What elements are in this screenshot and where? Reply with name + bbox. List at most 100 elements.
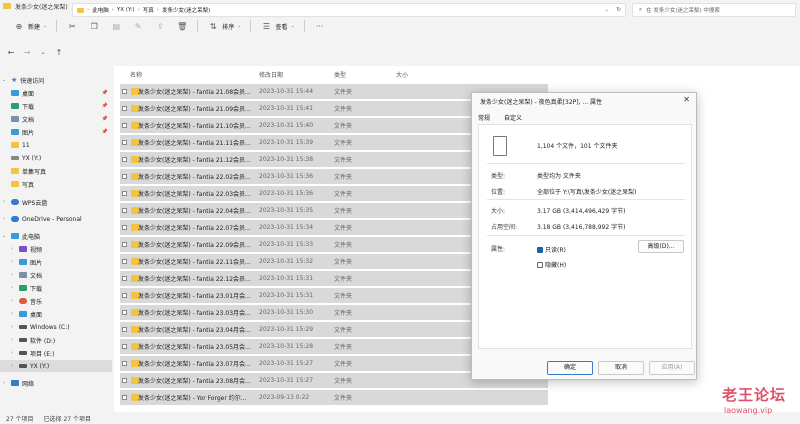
checkbox-icon[interactable]: [122, 191, 127, 196]
search-box[interactable]: ⌕ 在 发条少女(迷之呆梨) 中搜索: [632, 3, 796, 17]
checkbox-icon[interactable]: [122, 123, 127, 128]
address-bar[interactable]: › 此电脑 › YX (Y:) › 写真 › 发条少女(迷之呆梨) ⌄ ↻: [72, 3, 626, 17]
sidebar-item-downloads-pc[interactable]: › 下载: [0, 282, 112, 294]
sidebar-item-music[interactable]: › 音乐: [0, 295, 112, 307]
cut-button[interactable]: ✂: [61, 17, 83, 35]
checkbox-icon[interactable]: [122, 327, 127, 332]
sidebar-item-label: 单集写真: [22, 168, 47, 176]
checkbox-icon[interactable]: [122, 174, 127, 179]
sidebar-item-documents-pc[interactable]: › 文档: [0, 269, 112, 281]
sidebar-item-pictures-pc[interactable]: › 图片: [0, 256, 112, 268]
checkbox-icon[interactable]: [122, 344, 127, 349]
drive-icon: [19, 364, 27, 368]
view-button[interactable]: ☰ 查看 ⌄: [255, 17, 299, 35]
column-header-type[interactable]: 类型: [334, 70, 346, 79]
more-icon: ···: [315, 21, 324, 31]
modified-date: 2023-10-31 15:36: [259, 190, 314, 197]
modified-date: 2023-10-31 15:44: [259, 88, 314, 95]
sidebar-item-this-pc[interactable]: ⌄ 此电脑: [0, 230, 112, 242]
sidebar-item-windows-c[interactable]: › Windows (C:): [0, 321, 112, 333]
checkbox-icon[interactable]: [122, 259, 127, 264]
readonly-checkbox[interactable]: 只读(R): [537, 245, 566, 254]
ok-button[interactable]: 确定: [547, 361, 593, 375]
checkbox-icon[interactable]: [122, 89, 127, 94]
checkbox-icon[interactable]: [122, 276, 127, 281]
sidebar-item-single-photos[interactable]: 单集写真: [0, 165, 112, 177]
back-icon[interactable]: ←: [4, 48, 18, 57]
sidebar-item-desktop-pc[interactable]: › 桌面: [0, 308, 112, 320]
folder-icon: [3, 3, 11, 9]
checkbox-icon[interactable]: [122, 106, 127, 111]
file-name: 发条少女(迷之呆梨) - fantia 23.05月会...: [138, 344, 251, 351]
star-icon: ★: [11, 76, 18, 84]
modified-date: 2023-10-31 15:35: [259, 207, 314, 214]
sidebar-item-desktop[interactable]: 桌面 📌: [0, 87, 112, 99]
column-header-name[interactable]: 名称: [130, 70, 142, 79]
sidebar-item-wps-cloud[interactable]: › WPS云盘: [0, 196, 112, 208]
breadcrumb-item[interactable]: YX (Y:): [117, 7, 135, 13]
sidebar-item-yx-drive[interactable]: YX (Y:): [0, 152, 112, 164]
chevron-right-icon: ›: [11, 324, 13, 330]
sidebar-item-quick-access[interactable]: ⌄ ★ 快速访问: [0, 74, 112, 86]
sidebar-item-downloads[interactable]: 下载 📌: [0, 100, 112, 112]
file-type: 文件夹: [334, 242, 353, 249]
file-type: 文件夹: [334, 276, 353, 283]
checkbox-icon[interactable]: [122, 378, 127, 383]
copy-button[interactable]: ❐: [83, 17, 105, 35]
forward-icon[interactable]: →: [20, 48, 34, 57]
network-icon: [11, 380, 19, 386]
checkbox-icon[interactable]: [122, 157, 127, 162]
modified-date: 2023-10-31 15:39: [259, 139, 314, 146]
sidebar-item-pictures[interactable]: 图片 📌: [0, 126, 112, 138]
copy-icon: ❐: [90, 21, 98, 31]
share-button[interactable]: ⇪: [149, 17, 171, 35]
sidebar-item-onedrive[interactable]: › OneDrive - Personal: [0, 213, 112, 225]
column-header-size[interactable]: 大小: [396, 70, 408, 79]
sidebar-item-label: 图片: [22, 129, 35, 137]
advanced-button[interactable]: 高级(D)...: [638, 240, 684, 253]
hidden-checkbox[interactable]: 隐藏(H): [537, 260, 566, 269]
sidebar-item-photos[interactable]: 写真: [0, 178, 112, 190]
sidebar-item-folder-11[interactable]: 11: [0, 139, 112, 151]
cancel-button[interactable]: 取消: [598, 361, 644, 375]
sidebar-item-network[interactable]: › 网络: [0, 377, 112, 389]
pin-icon: 📌: [101, 90, 108, 96]
checkbox-icon[interactable]: [122, 242, 127, 247]
sidebar-item-yx-y[interactable]: › YX (Y:): [0, 360, 112, 372]
up-icon[interactable]: ↑: [52, 48, 66, 57]
apply-button[interactable]: 应用(A): [649, 361, 695, 375]
delete-button[interactable]: 🗑: [171, 17, 193, 35]
breadcrumb-item[interactable]: 此电脑: [92, 6, 109, 14]
rename-button[interactable]: ✎: [127, 17, 149, 35]
checkbox-icon[interactable]: [122, 361, 127, 366]
close-icon[interactable]: ✕: [683, 95, 690, 104]
checkbox-icon[interactable]: [122, 140, 127, 145]
sidebar-item-project-e[interactable]: › 项目 (E:): [0, 347, 112, 359]
more-button[interactable]: ···: [309, 17, 331, 35]
modified-date: 2023-10-31 15:38: [259, 156, 314, 163]
file-name: 发条少女(迷之呆梨) - fantia 21.09会员...: [138, 106, 251, 113]
refresh-icon[interactable]: ↻: [616, 7, 621, 13]
checkbox-icon[interactable]: [122, 225, 127, 230]
checkbox-icon[interactable]: [122, 310, 127, 315]
chevron-right-icon: ›: [11, 285, 13, 291]
size-value: 3.17 GB (3,414,496,429 字节): [537, 208, 626, 215]
divider: [303, 20, 305, 32]
file-type: 文件夹: [334, 174, 353, 181]
breadcrumb-item[interactable]: 写真: [143, 6, 154, 14]
column-header-date[interactable]: 修改日期: [259, 70, 283, 79]
new-button[interactable]: ⊕ 新建 ⌄: [8, 17, 52, 35]
chevron-down-icon[interactable]: ⌄: [604, 7, 609, 13]
checkbox-icon[interactable]: [122, 208, 127, 213]
sidebar-item-documents[interactable]: 文档 📌: [0, 113, 112, 125]
recent-chevron-icon[interactable]: ⌄: [36, 49, 50, 56]
chevron-right-icon: ›: [11, 259, 13, 265]
sort-button[interactable]: ⇅ 排序 ⌄: [202, 17, 246, 35]
sidebar-item-software-d[interactable]: › 软件 (D:): [0, 334, 112, 346]
sidebar-item-videos[interactable]: › 视频: [0, 243, 112, 255]
checkbox-icon[interactable]: [122, 293, 127, 298]
breadcrumb-item[interactable]: 发条少女(迷之呆梨): [162, 6, 210, 14]
paste-button[interactable]: ▤: [105, 17, 127, 35]
checkbox-icon[interactable]: [122, 395, 127, 400]
table-row[interactable]: 发条少女(迷之呆梨) - Yor Forger 约尔... 2023-09-13 …: [120, 390, 548, 405]
